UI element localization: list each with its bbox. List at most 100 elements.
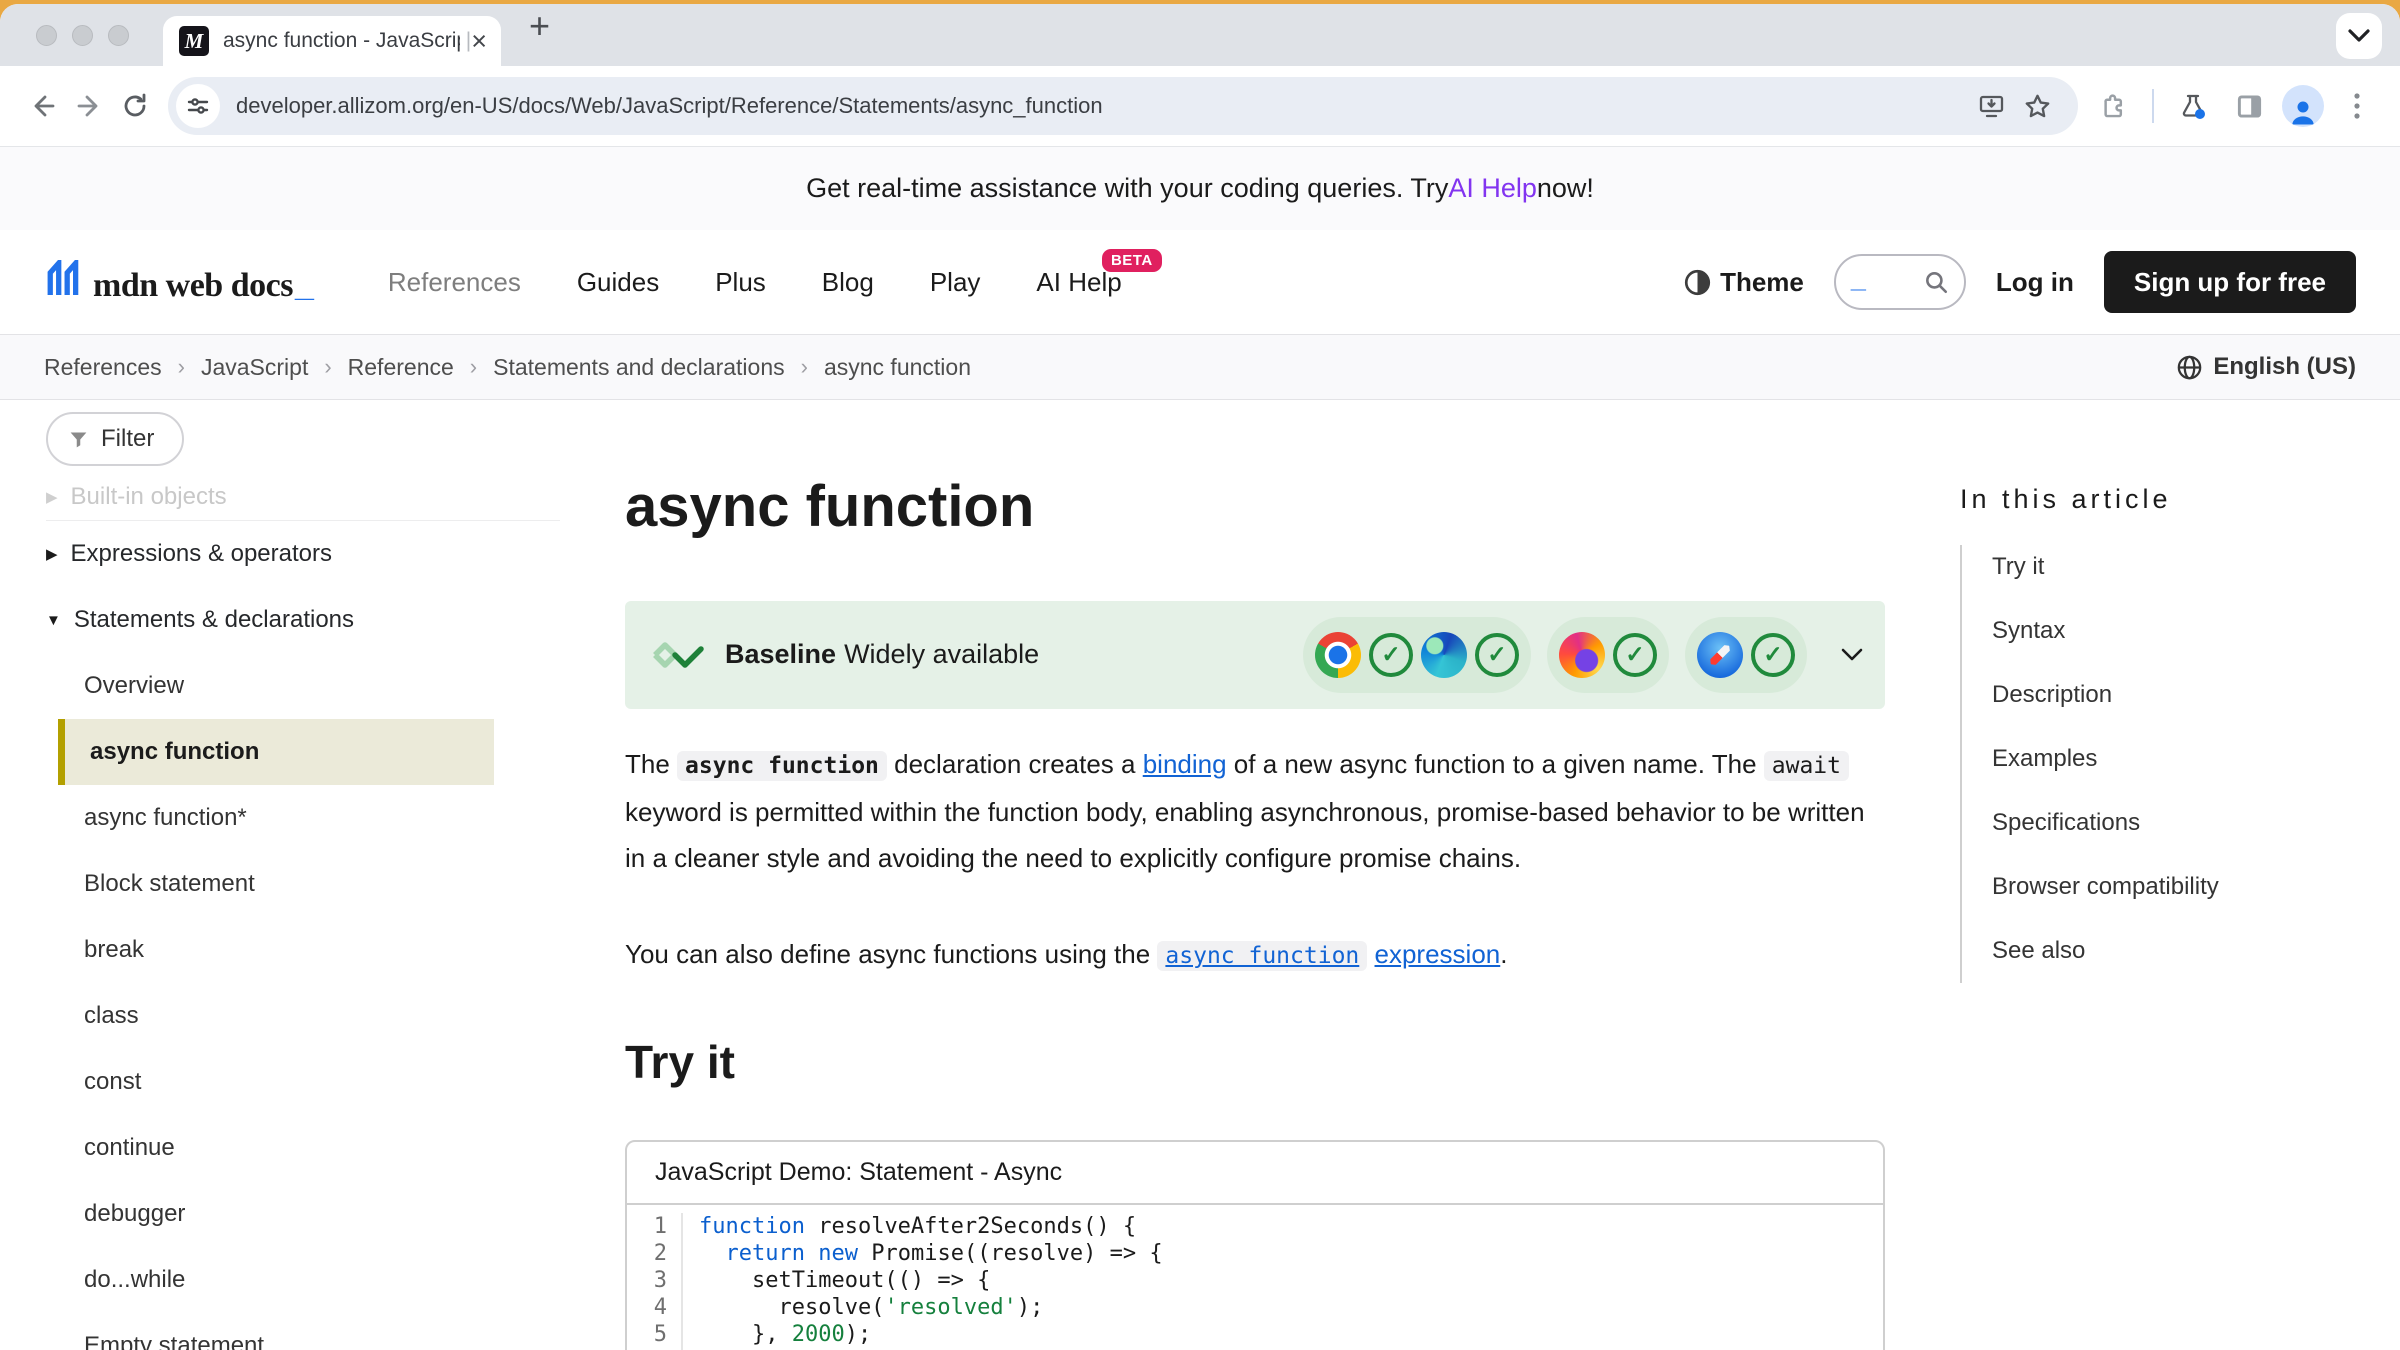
firefox-icon: [1559, 632, 1605, 678]
tab-strip: M async function - JavaScript | × +: [0, 4, 2400, 66]
window-minimize-button[interactable]: [72, 25, 93, 46]
toolbar-right-icons: [2090, 83, 2380, 129]
breadcrumb-javascript[interactable]: JavaScript: [201, 354, 308, 381]
browser-tab[interactable]: M async function - JavaScript | ×: [163, 16, 501, 66]
sidebar-item-debugger[interactable]: debugger: [46, 1181, 560, 1247]
chrome-supported-check-icon: ✓: [1369, 633, 1413, 677]
promo-ai-help-link[interactable]: AI Help: [1448, 173, 1537, 204]
breadcrumb-reference[interactable]: Reference: [348, 354, 454, 381]
language-switcher[interactable]: English (US): [2176, 353, 2356, 381]
line-number: 4: [627, 1294, 683, 1321]
mdn-wordmark: mdn web docs: [93, 267, 293, 305]
breadcrumb-separator: ›: [470, 354, 477, 380]
nav-plus[interactable]: Plus: [715, 267, 766, 298]
address-bar[interactable]: developer.allizom.org/en-US/docs/Web/Jav…: [168, 77, 2078, 135]
edge-supported-check-icon: ✓: [1475, 633, 1519, 677]
experiments-flask-icon[interactable]: [2170, 83, 2216, 129]
beta-badge: BETA: [1102, 249, 1162, 272]
baseline-expand-chevron[interactable]: [1841, 648, 1863, 661]
side-panel-icon[interactable]: [2226, 83, 2272, 129]
nav-guides[interactable]: Guides: [577, 267, 659, 298]
breadcrumb-bar: References › JavaScript › Reference › St…: [0, 334, 2400, 400]
login-link[interactable]: Log in: [1996, 267, 2074, 298]
breadcrumb-separator: ›: [178, 354, 185, 380]
async-function-code-chip: async function: [677, 751, 887, 781]
sidebar-item-async-function-star[interactable]: async function*: [46, 785, 560, 851]
toc-item-try-it[interactable]: Try it: [1992, 555, 2400, 579]
toc-item-description[interactable]: Description: [1992, 683, 2400, 707]
browser-toolbar: developer.allizom.org/en-US/docs/Web/Jav…: [0, 66, 2400, 146]
breadcrumb-references[interactable]: References: [44, 354, 162, 381]
code-line: 3 setTimeout(() => {: [627, 1267, 1883, 1294]
expression-link[interactable]: expression: [1375, 939, 1501, 969]
sidebar-item-const[interactable]: const: [46, 1049, 560, 1115]
browser-menu-icon[interactable]: [2334, 83, 2380, 129]
sidebar-item-do-while[interactable]: do...while: [46, 1247, 560, 1313]
theme-switcher[interactable]: Theme: [1684, 267, 1804, 298]
nav-references[interactable]: References: [388, 267, 521, 298]
back-button[interactable]: [20, 83, 66, 129]
profile-avatar[interactable]: [2282, 85, 2324, 127]
article: async function BaselineWidely available …: [560, 400, 1960, 1350]
bookmark-star-icon[interactable]: [2014, 83, 2060, 129]
reload-button[interactable]: [112, 83, 158, 129]
breadcrumb-statements[interactable]: Statements and declarations: [493, 354, 785, 381]
sidebar-section-expressions[interactable]: ▶ Expressions & operators: [46, 521, 560, 587]
tab-close-icon[interactable]: ×: [471, 28, 487, 55]
chevron-down-icon: ▼: [46, 612, 61, 629]
sidebar-section-statements[interactable]: ▼ Statements & declarations: [46, 587, 560, 653]
mdn-logo-m-icon: [44, 260, 84, 296]
baseline-banner: BaselineWidely available ✓ ✓ ✓: [625, 601, 1885, 709]
toc-list: Try it Syntax Description Examples Speci…: [1960, 545, 2400, 983]
tab-search-chevron-button[interactable]: [2336, 13, 2382, 59]
sidebar-item-overview[interactable]: Overview: [46, 653, 560, 719]
binding-link[interactable]: binding: [1143, 749, 1227, 779]
sidebar-section-built-in-objects[interactable]: ▶ Built-in objects: [46, 476, 560, 518]
nav-play[interactable]: Play: [930, 267, 981, 298]
sidebar-item-empty-statement[interactable]: Empty statement: [46, 1313, 560, 1350]
sidebar-item-class[interactable]: class: [46, 983, 560, 1049]
toc-item-browser-compatibility[interactable]: Browser compatibility: [1992, 875, 2400, 899]
promo-text-before: Get real-time assistance with your codin…: [806, 173, 1448, 204]
forward-button[interactable]: [66, 83, 112, 129]
demo-header: JavaScript Demo: Statement - Async: [627, 1142, 1883, 1205]
firefox-pill: ✓: [1547, 617, 1669, 693]
toc-item-examples[interactable]: Examples: [1992, 747, 2400, 771]
search-icon: [1923, 269, 1949, 295]
await-code-chip: await: [1764, 751, 1849, 781]
signup-button[interactable]: Sign up for free: [2104, 251, 2356, 313]
baseline-icon: [651, 640, 705, 670]
filter-button[interactable]: Filter: [46, 412, 184, 466]
safari-icon: [1697, 632, 1743, 678]
demo-code-editor[interactable]: 1 function resolveAfter2Seconds() { 2 re…: [627, 1205, 1883, 1350]
install-icon[interactable]: [1968, 83, 2014, 129]
extensions-icon[interactable]: [2090, 83, 2136, 129]
toc-item-syntax[interactable]: Syntax: [1992, 619, 2400, 643]
search-input[interactable]: _: [1834, 254, 1966, 310]
async-function-expression-code-link[interactable]: async function: [1157, 941, 1367, 971]
toc-item-see-also[interactable]: See also: [1992, 939, 2400, 963]
sidebar-item-continue[interactable]: continue: [46, 1115, 560, 1181]
mdn-logo[interactable]: mdn web docs _: [44, 260, 314, 305]
nav-blog[interactable]: Blog: [822, 267, 874, 298]
nav-ai-help[interactable]: AI HelpBETA: [1036, 267, 1121, 298]
window-maximize-button[interactable]: [108, 25, 129, 46]
sidebar-item-block-statement[interactable]: Block statement: [46, 851, 560, 917]
toolbar-separator: [2152, 89, 2154, 123]
promo-banner: Get real-time assistance with your codin…: [0, 146, 2400, 230]
expression-paragraph: You can also define async functions usin…: [625, 931, 1885, 979]
new-tab-button[interactable]: +: [529, 8, 550, 44]
window-close-button[interactable]: [36, 25, 57, 46]
theme-icon: [1684, 269, 1711, 296]
toc-item-specifications[interactable]: Specifications: [1992, 811, 2400, 835]
globe-icon: [2176, 354, 2203, 381]
code-line: 4 resolve('resolved');: [627, 1294, 1883, 1321]
sidebar-item-async-function-active[interactable]: async function: [58, 719, 494, 785]
url-text[interactable]: developer.allizom.org/en-US/docs/Web/Jav…: [236, 93, 1968, 119]
code-line: 5 }, 2000);: [627, 1321, 1883, 1348]
table-of-contents: In this article Try it Syntax Descriptio…: [1960, 400, 2400, 1350]
site-info-icon[interactable]: [176, 84, 220, 128]
sidebar-item-break[interactable]: break: [46, 917, 560, 983]
safari-pill: ✓: [1685, 617, 1807, 693]
chrome-icon: [1315, 632, 1361, 678]
